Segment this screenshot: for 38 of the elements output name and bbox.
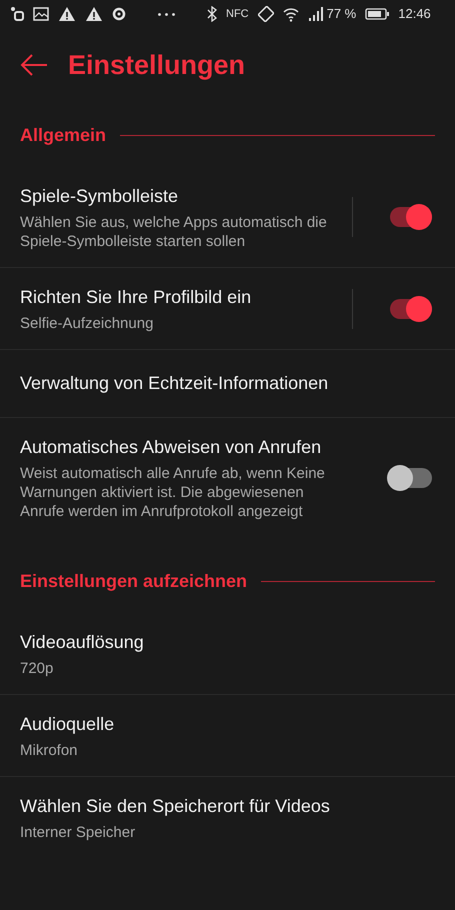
row-title: Spiele-Symbolleiste [20, 185, 180, 208]
notification-icon [10, 6, 24, 22]
row-title: Automatisches Abweisen von Anrufen [20, 436, 322, 459]
section-header: Einstellungen aufzeichnen [20, 570, 248, 593]
settings-row[interactable]: Videoauflösung 720p [0, 613, 455, 695]
clock-time: 12:46 [398, 5, 431, 24]
more-dots-icon [158, 12, 175, 16]
battery-percent: 77 % [326, 5, 356, 24]
battery-icon [365, 6, 390, 22]
toggle-switch[interactable] [387, 464, 432, 490]
wifi-icon [282, 6, 299, 22]
warning-icon [85, 6, 103, 22]
row-title: Richten Sie Ihre Profilbild ein [20, 286, 252, 309]
row-title: Verwaltung von Echtzeit-Informationen [20, 372, 330, 395]
row-subtitle: Mikrofon [20, 741, 79, 760]
bluetooth-icon [207, 6, 217, 22]
back-arrow-icon[interactable] [20, 54, 48, 76]
nfc-label: NFC [226, 6, 249, 22]
settings-row[interactable]: Audioquelle Mikrofon [0, 695, 455, 777]
image-icon [33, 6, 49, 22]
row-subtitle: 720p [20, 659, 54, 678]
ring-icon [112, 6, 126, 22]
page-title: Einstellungen [68, 48, 246, 82]
settings-row[interactable]: Verwaltung von Echtzeit-Informationen [0, 350, 455, 418]
settings-row[interactable]: Automatisches Abweisen von Anrufen Weist automatisch alle Anrufe ab, wenn Keine Warnungen aktiviert ist. Die abgewiesenen Anrufe werden im Anrufprotokoll angezeigt [0, 418, 455, 538]
settings-row[interactable]: Richten Sie Ihre Profilbild ein Selfie-Aufzeichnung [0, 268, 455, 350]
signal-icon [308, 6, 324, 22]
row-subtitle: Selfie-Aufzeichnung [20, 314, 154, 333]
settings-row[interactable]: Wählen Sie den Speicherort für Videos Interner Speicher [0, 777, 455, 859]
row-subtitle: Wählen Sie aus, welche Apps automatisch die Spiele-Symbolleiste starten sollen [20, 213, 328, 251]
settings-row[interactable]: Spiele-Symbolleiste Wählen Sie aus, welche Apps automatisch die Spiele-Symbolleiste starten sollen [0, 167, 455, 268]
row-title: Videoauflösung [20, 631, 145, 654]
section-header: Allgemein [20, 124, 106, 147]
row-title: Wählen Sie den Speicherort für Videos [20, 795, 331, 818]
row-subtitle: Interner Speicher [20, 823, 136, 842]
row-subtitle: Weist automatisch alle Anrufe ab, wenn Keine Warnungen aktiviert ist. Die abgewiesenen Anrufe werden im Anrufprotokoll angezeigt [20, 464, 326, 521]
row-title: Audioquelle [20, 713, 116, 736]
warning-icon [58, 6, 76, 22]
